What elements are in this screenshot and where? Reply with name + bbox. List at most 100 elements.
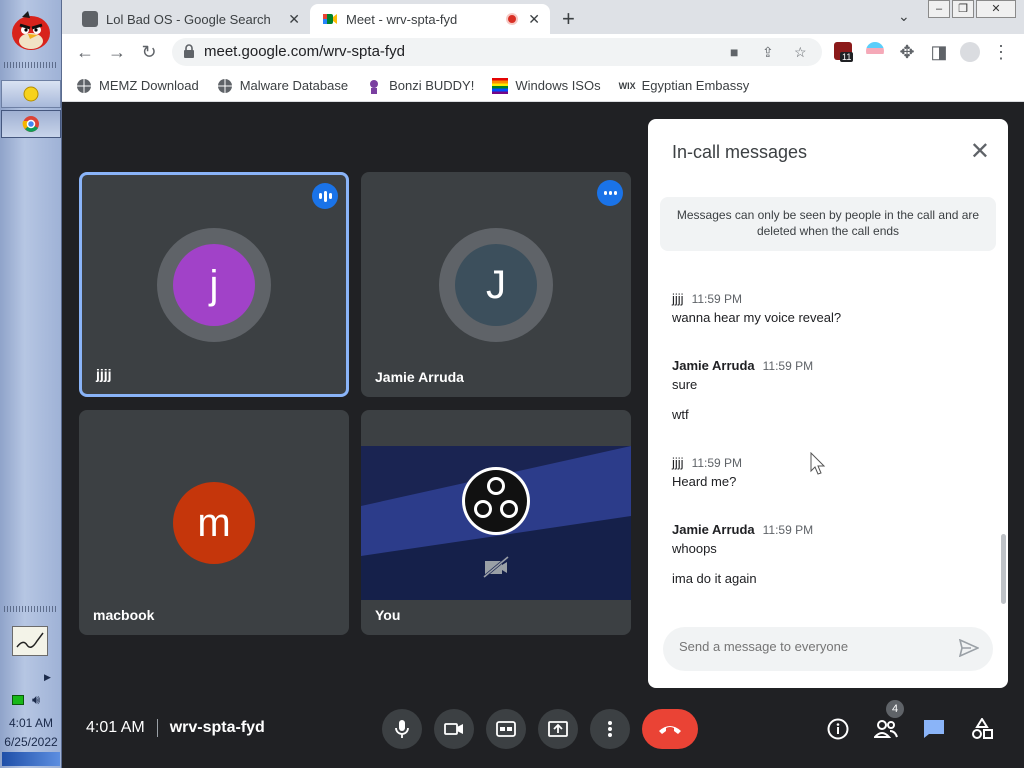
participant-name: Jamie Arruda — [375, 369, 464, 385]
tab-meet[interactable]: Meet - wrv-spta-fyd ✕ — [310, 4, 550, 34]
meeting-code[interactable]: wrv-spta-fyd — [170, 719, 265, 737]
message-time: 11:59 PM — [691, 456, 743, 470]
share-icon[interactable]: ⇪ — [762, 44, 774, 61]
reload-icon[interactable]: ↻ — [138, 42, 160, 63]
send-icon[interactable] — [959, 639, 979, 657]
participants-count-badge: 4 — [886, 700, 904, 718]
bookmark-label: Windows ISOs — [515, 78, 601, 93]
volume-icon[interactable]: 🔊︎ — [32, 692, 40, 708]
extension-badge: 11 — [840, 52, 854, 62]
taskbar-grip[interactable] — [4, 62, 58, 68]
people-button[interactable] — [871, 714, 901, 744]
bookmark-star-icon[interactable]: ☆ — [794, 44, 807, 61]
speaking-indicator-icon — [597, 180, 623, 206]
profile-avatar-icon[interactable] — [960, 42, 980, 62]
taskbar: ▶ 🔊︎ 4:01 AM 6/25/2022 — [0, 0, 62, 768]
in-call-messages-panel: In-call messages ✕ Messages can only be … — [648, 119, 1008, 688]
close-icon[interactable]: ✕ — [528, 11, 540, 28]
bookmark-egyptian-embassy[interactable]: WIX Egyptian Embassy — [619, 78, 750, 94]
angry-bird-logo-icon[interactable] — [8, 8, 54, 52]
tray-expand-icon[interactable]: ▶ — [44, 672, 51, 683]
url-text[interactable]: meet.google.com/wrv-spta-fyd — [204, 43, 405, 60]
bookmark-windows-isos[interactable]: Windows ISOs — [492, 77, 601, 94]
pride-extension-icon[interactable] — [866, 42, 884, 60]
taskbar-date[interactable]: 6/25/2022 — [0, 735, 62, 749]
forward-arrow-icon[interactable]: → — [106, 42, 128, 63]
lock-icon[interactable] — [184, 44, 194, 58]
message-input[interactable] — [679, 639, 939, 654]
present-screen-icon — [548, 721, 568, 737]
bookmark-malware-database[interactable]: Malware Database — [217, 78, 348, 94]
chat-button[interactable] — [919, 714, 949, 744]
message-time: 11:59 PM — [762, 359, 814, 373]
obs-logo-icon — [462, 467, 530, 535]
camera-button[interactable] — [434, 709, 474, 749]
tab-title: Meet - wrv-spta-fyd — [346, 11, 458, 27]
more-options-button[interactable] — [590, 709, 630, 749]
video-camera-icon — [444, 723, 463, 735]
tab-google-search[interactable]: Lol Bad OS - Google Search ✕ — [70, 4, 310, 34]
signature-icon[interactable] — [12, 626, 48, 656]
close-panel-icon[interactable]: ✕ — [970, 137, 990, 166]
toolbar: ← → ↻ meet.google.com/wrv-spta-fyd ■ ⇪ ☆… — [62, 34, 1024, 70]
bookmark-label: Egyptian Embassy — [641, 78, 750, 93]
microphone-icon — [395, 720, 409, 738]
speaking-indicator-icon — [312, 183, 338, 209]
google-search-icon — [82, 11, 98, 27]
participant-tile-you[interactable]: You — [361, 410, 631, 635]
taskbar-grip[interactable] — [4, 606, 58, 612]
network-icon[interactable] — [12, 695, 24, 705]
leave-call-button[interactable] — [642, 709, 698, 749]
captions-icon — [496, 721, 516, 737]
taskbar-time[interactable]: 4:01 AM — [0, 716, 62, 730]
taskbar-item-star[interactable] — [1, 80, 61, 108]
puzzle-extensions-icon[interactable]: ✥ — [896, 42, 918, 63]
close-icon[interactable]: ✕ — [288, 11, 300, 28]
kebab-menu-icon[interactable]: ⋮ — [990, 42, 1012, 63]
message-sender: Jamie Arruda — [672, 522, 755, 537]
extension-icon[interactable]: 11 — [834, 42, 854, 62]
minimize-button[interactable]: – — [928, 0, 950, 18]
activities-button[interactable] — [967, 714, 997, 744]
taskbar-progress — [2, 752, 60, 766]
bookmark-bonzi-buddy[interactable]: Bonzi BUDDY! — [366, 78, 474, 94]
chat-scrollbar[interactable] — [1001, 534, 1006, 604]
message-text: wanna hear my voice reveal? — [672, 310, 842, 325]
bonzi-icon — [370, 79, 379, 94]
avatar: m — [173, 482, 255, 564]
bookmark-memz[interactable]: MEMZ Download — [76, 78, 199, 94]
captions-button[interactable] — [486, 709, 526, 749]
chat-notice: Messages can only be seen by people in t… — [660, 197, 996, 251]
present-screen-button[interactable] — [538, 709, 578, 749]
globe-icon — [217, 78, 232, 93]
maximize-button[interactable]: ❐ — [952, 0, 974, 18]
close-window-button[interactable]: ✕ — [976, 0, 1016, 18]
camera-icon[interactable]: ■ — [730, 44, 738, 60]
message-composer[interactable] — [663, 627, 993, 671]
kebab-menu-icon — [608, 721, 612, 737]
chrome-icon — [22, 116, 39, 132]
taskbar-item-chrome[interactable] — [1, 110, 61, 138]
side-panel-icon[interactable]: ◨ — [928, 42, 950, 63]
meeting-details-button[interactable] — [823, 714, 853, 744]
participant-tile-jjjj[interactable]: j jjjj — [79, 172, 349, 397]
address-bar[interactable]: meet.google.com/wrv-spta-fyd ■ ⇪ ☆ — [172, 38, 822, 66]
meet-stage: j jjjj J Jamie Arruda m macbook You In-c… — [62, 102, 1024, 768]
end-call-icon — [659, 726, 681, 734]
message-time: 11:59 PM — [762, 523, 814, 537]
participant-tile-macbook[interactable]: m macbook — [79, 410, 349, 635]
globe-icon — [77, 78, 91, 93]
message-header: jjjj 11:59 PM — [672, 455, 742, 470]
bookmarks-bar: MEMZ Download Malware Database Bonzi BUD… — [62, 70, 1024, 102]
divider — [156, 719, 158, 737]
back-arrow-icon[interactable]: ← — [74, 42, 96, 63]
star-icon — [23, 86, 39, 102]
bookmark-label: Bonzi BUDDY! — [389, 78, 475, 93]
microphone-button[interactable] — [382, 709, 422, 749]
participant-tile-jamie-arruda[interactable]: J Jamie Arruda — [361, 172, 631, 397]
new-tab-button[interactable]: + — [562, 6, 575, 32]
avatar: j — [173, 244, 255, 326]
tab-search-chevron-icon[interactable]: ⌄ — [898, 8, 910, 25]
meeting-time: 4:01 AM — [86, 719, 145, 736]
message-sender: jjjj — [672, 291, 684, 306]
